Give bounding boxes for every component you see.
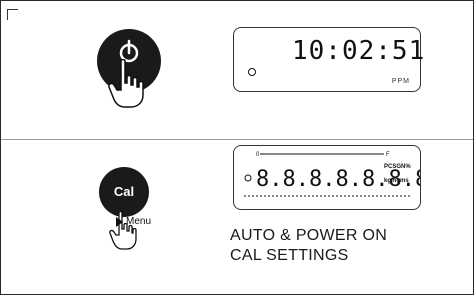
caption-line-2: CAL SETTINGS [230, 247, 349, 264]
cal-button[interactable]: Cal [99, 167, 149, 217]
svg-text:PCSGN%: PCSGN% [384, 164, 411, 170]
lcd-indicator-dot [248, 68, 256, 76]
lcd-time-readout: 10:02:51 [292, 36, 426, 66]
caption-line-1: AUTO & POWER ON [230, 227, 388, 244]
cal-button-label: Cal [113, 184, 135, 199]
cal-caption: AUTO & POWER ON CAL SETTINGS [230, 226, 387, 266]
instruction-panel: 10:02:51 PPM Cal Menu 0 F 8.8.8.8.8.8.8.… [0, 0, 474, 295]
lcd-unit-label: PPM [391, 78, 410, 85]
menu-arrow-icon [116, 217, 123, 227]
pointing-hand-icon [108, 59, 144, 108]
cal-lcd-display: 0 F 8.8.8.8.8.8.8.8 PCSGN% kgmgms [233, 145, 421, 210]
menu-label: Menu [126, 216, 152, 227]
svg-text:0: 0 [256, 152, 260, 158]
svg-text:kgmgms: kgmgms [384, 178, 409, 184]
power-lcd-display: 10:02:51 PPM [233, 27, 424, 92]
svg-text:F: F [386, 152, 390, 158]
lcd-segment-graphic: 0 F 8.8.8.8.8.8.8.8 PCSGN% kgmgms [244, 152, 420, 197]
section-divider [1, 139, 473, 140]
corner-mark [7, 9, 18, 20]
